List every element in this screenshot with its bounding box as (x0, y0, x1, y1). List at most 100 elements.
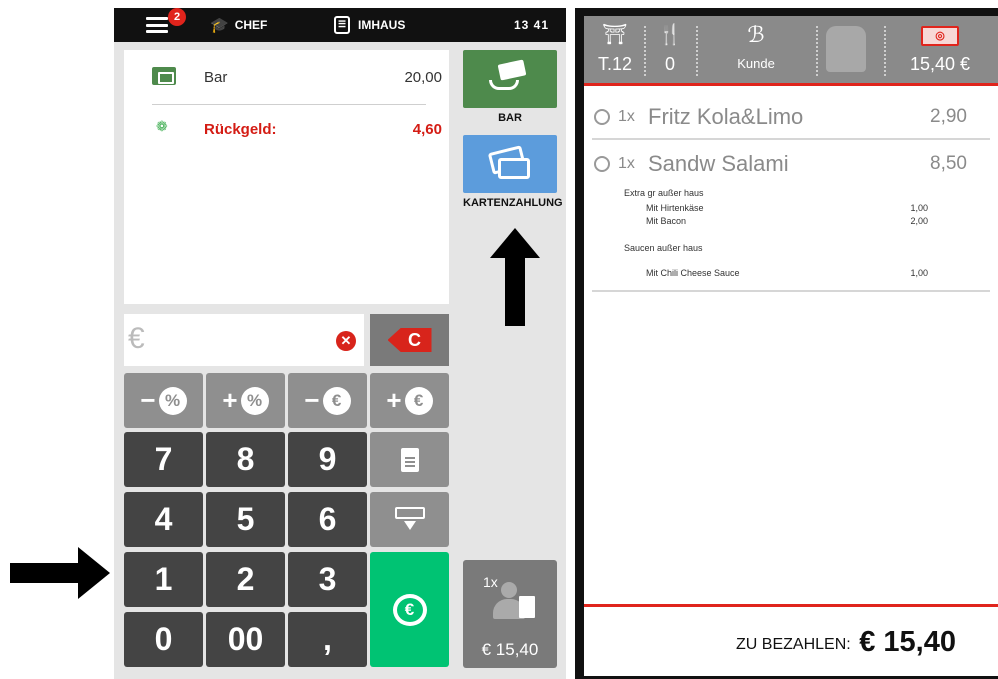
payment-label: Bar (204, 68, 228, 86)
clear-input-icon[interactable]: ✕ (336, 331, 356, 351)
modifier-price: 2,00 (910, 216, 928, 226)
header-divider (884, 26, 886, 76)
euro-icon: € (322, 386, 351, 415)
key-7[interactable]: 7 (124, 432, 203, 487)
credit-cards-icon (487, 145, 530, 179)
order-item[interactable]: 1x Sandw Salami 8,50 (584, 147, 998, 181)
coins-icon: ❁ (156, 118, 168, 134)
key-4[interactable]: 4 (124, 492, 203, 547)
banknote-icon: ◎ (921, 26, 959, 46)
change-amount: 4,60 (412, 120, 442, 138)
item-price: 2,90 (930, 106, 967, 127)
guests-selector[interactable]: 🍴 0 (648, 16, 692, 83)
discount-minus-euro-button[interactable]: − € (288, 373, 367, 428)
cash-drawer-icon (394, 506, 425, 533)
order-header: ⛩ T.12 🍴 0 ℬ Kunde ◎ 15,40 € (584, 16, 998, 86)
discount-minus-percent-button[interactable]: −% (124, 373, 203, 428)
modifier-price: 1,00 (910, 268, 928, 278)
cash-icon (152, 67, 176, 85)
key-5[interactable]: 5 (206, 492, 285, 547)
key-3[interactable]: 3 (288, 552, 367, 607)
order-total-value: 15,40 € (909, 54, 971, 74)
modifier-name: Mit Hirtenkäse (646, 203, 704, 213)
guest-count: 0 (664, 54, 675, 74)
seat-selector[interactable] (820, 16, 874, 83)
item-price: 8,50 (930, 153, 967, 174)
bar-payment-label: BAR (498, 112, 522, 124)
item-divider (592, 290, 990, 292)
discount-plus-euro-button[interactable]: + € (370, 373, 449, 428)
item-select-radio[interactable] (594, 109, 610, 125)
minus-sign: − (140, 385, 156, 415)
table-selector[interactable]: ⛩ T.12 (590, 16, 640, 83)
receipt-icon (519, 596, 535, 618)
armchair-icon (826, 26, 866, 72)
table-icon: ⛩ (602, 24, 628, 46)
menu-button[interactable]: 2 (146, 8, 186, 42)
order-panel: ⛩ T.12 🍴 0 ℬ Kunde ◎ 15,40 € 1x Fritz Ko… (584, 16, 998, 676)
header-divider (816, 26, 818, 76)
card-payment-tile[interactable] (463, 135, 557, 193)
payment-amount: 20,00 (404, 68, 442, 86)
modifier-name: Mit Chili Cheese Sauce (646, 268, 740, 278)
order-item[interactable]: 1x Fritz Kola&Limo 2,90 (584, 100, 998, 134)
change-label: Rückgeld: (204, 120, 277, 138)
header-divider (644, 26, 646, 76)
percent-icon: % (240, 386, 269, 415)
clock: 13 41 (514, 18, 550, 32)
user-indicator[interactable]: 🎓 CHEF (210, 8, 267, 42)
modifier-group-title: Saucen außer haus (624, 243, 703, 253)
payment-row-cash: Bar 20,00 (152, 66, 442, 88)
item-select-radio[interactable] (594, 156, 610, 172)
amount-input[interactable]: € ✕ (124, 314, 364, 366)
key-comma[interactable]: , (288, 612, 367, 667)
key-2[interactable]: 2 (206, 552, 285, 607)
customer-selector[interactable]: ℬ Kunde (700, 16, 812, 83)
table-number: T.12 (597, 54, 633, 74)
bar-payment-tile[interactable] (463, 50, 557, 108)
card-payment-label: KARTENZAHLUNG (463, 197, 563, 209)
split-bill-button[interactable]: 1x € 15,40 (463, 560, 557, 668)
receipt-button[interactable] (370, 432, 449, 487)
item-qty: 1x (618, 155, 635, 172)
top-bar: 2 🎓 CHEF ☰ IMHAUS 13 41 (114, 8, 566, 42)
key-0[interactable]: 0 (124, 612, 203, 667)
discount-plus-percent-button[interactable]: +% (206, 373, 285, 428)
order-screen: ⛩ T.12 🍴 0 ℬ Kunde ◎ 15,40 € 1x Fritz Ko… (575, 8, 998, 679)
plus-sign: + (386, 385, 402, 415)
card-payment-button[interactable]: KARTENZAHLUNG (463, 135, 563, 209)
key-00[interactable]: 00 (206, 612, 285, 667)
key-1[interactable]: 1 (124, 552, 203, 607)
modifier-line: Mit Hirtenkäse 1,00 (646, 203, 928, 213)
mode-label: IMHAUS (358, 18, 406, 32)
key-8[interactable]: 8 (206, 432, 285, 487)
modifier-group-title: Extra gr außer haus (624, 188, 704, 198)
notification-badge: 2 (168, 8, 186, 26)
cash-drawer-button[interactable] (370, 492, 449, 547)
split-amount: € 15,40 (481, 640, 539, 659)
coins-euro-icon: € (392, 593, 427, 626)
backspace-c-icon: C (387, 328, 432, 352)
item-name: Sandw Salami (648, 151, 789, 176)
payment-summary: Bar 20,00 ❁ Rückgeld: 4,60 (124, 50, 449, 304)
pay-cash-button[interactable]: € (370, 552, 449, 667)
money-hand-icon (489, 59, 531, 96)
customer-icon: ℬ (747, 22, 765, 47)
key-9[interactable]: 9 (288, 432, 367, 487)
euro-icon: € (404, 386, 433, 415)
order-total[interactable]: ◎ 15,40 € (888, 16, 992, 83)
payment-row-change: ❁ Rückgeld: 4,60 (152, 118, 442, 140)
graduation-cap-icon: 🎓 (210, 17, 229, 34)
key-6[interactable]: 6 (288, 492, 367, 547)
mode-indicator[interactable]: ☰ IMHAUS (334, 8, 405, 42)
item-name: Fritz Kola&Limo (648, 104, 804, 129)
footer-divider (584, 604, 998, 607)
customer-label: Kunde (737, 56, 775, 71)
clear-button[interactable]: C (370, 314, 449, 366)
receipt-icon (400, 447, 419, 472)
amount-input-placeholder: € (128, 322, 145, 355)
user-name: CHEF (234, 18, 268, 32)
bar-payment-button[interactable]: BAR (463, 50, 557, 124)
percent-icon: % (158, 386, 187, 415)
cutlery-icon: 🍴 (657, 24, 683, 46)
